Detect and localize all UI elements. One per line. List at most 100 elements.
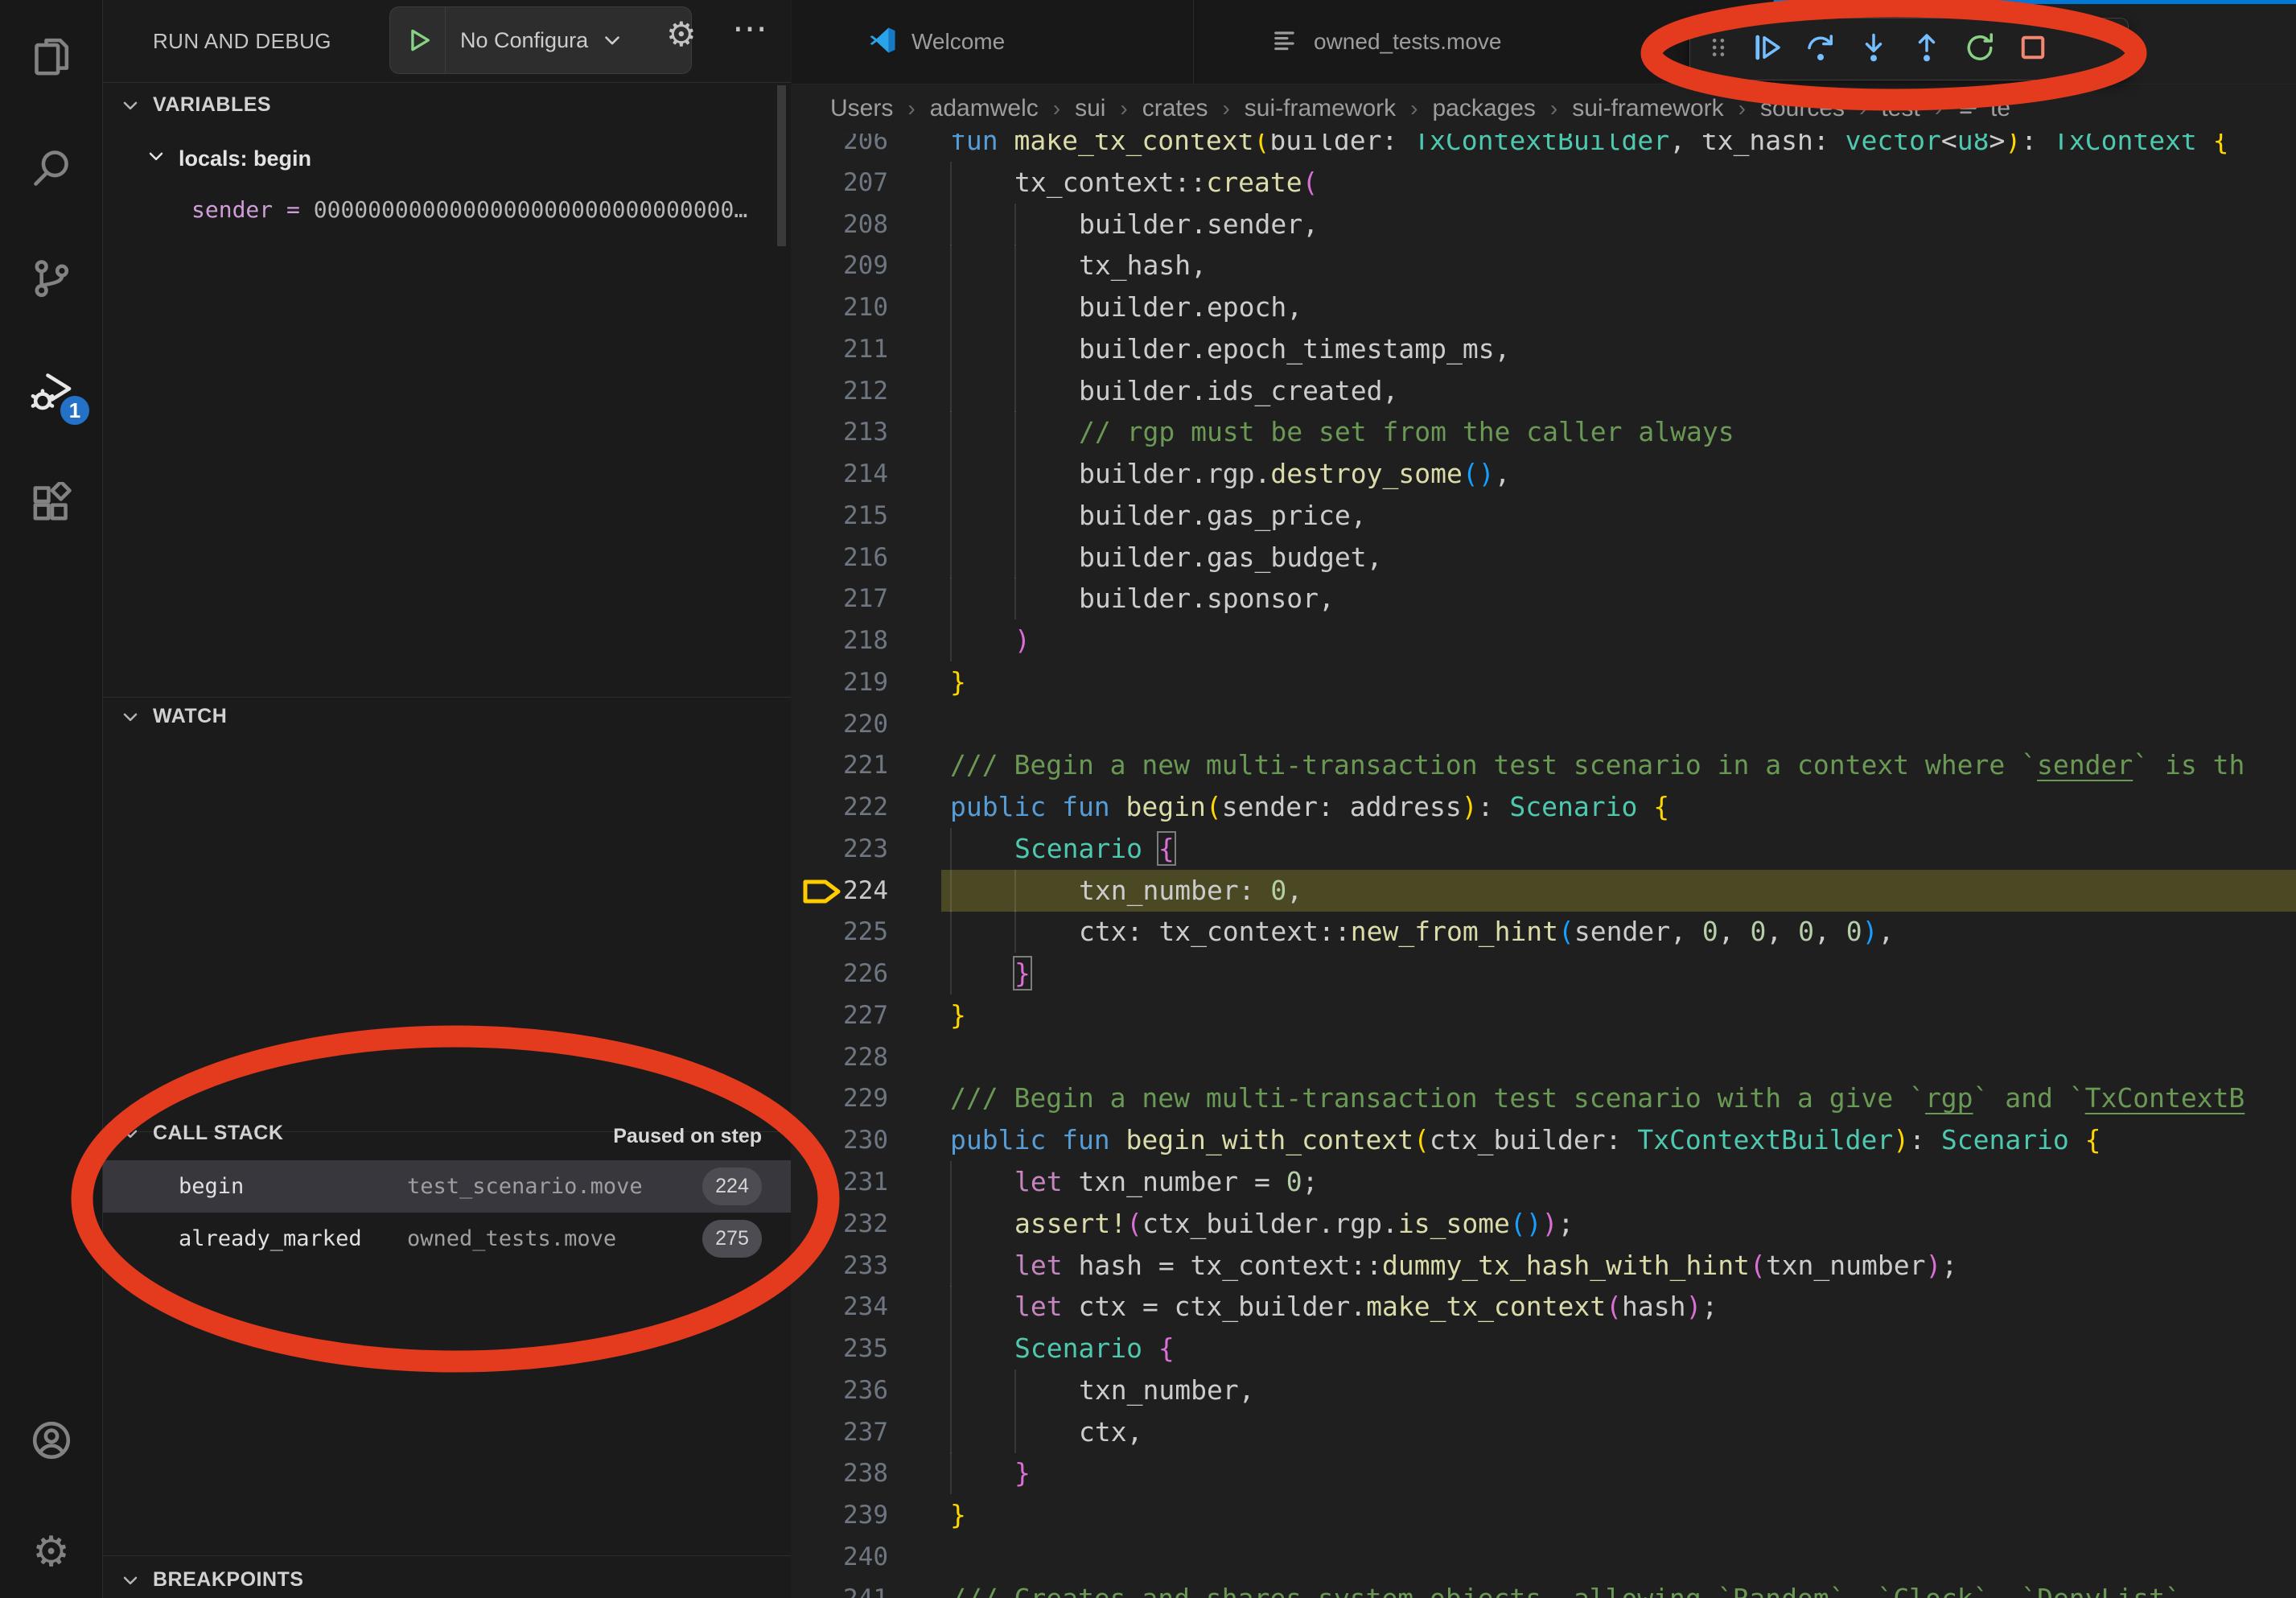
indent-guide — [1014, 245, 1016, 286]
continue-icon[interactable] — [1751, 31, 1784, 68]
indent-guide — [950, 620, 952, 661]
line-number[interactable]: 211 — [808, 328, 888, 370]
indent-guide — [950, 370, 952, 412]
activity-bar-item-explorer[interactable] — [0, 25, 102, 89]
line-number[interactable]: 207 — [808, 162, 888, 204]
activity-bar-item-run-and-debug[interactable]: 1 — [0, 360, 102, 425]
line-number[interactable]: 220 — [808, 703, 888, 745]
line-number[interactable]: 228 — [808, 1036, 888, 1078]
tab-welcome[interactable]: Welcome — [792, 0, 1194, 84]
line-number[interactable]: 215 — [808, 495, 888, 537]
code-line-216: 216 builder.gas_budget, — [792, 537, 2296, 579]
variables-scope-row[interactable]: locals: begin — [145, 145, 311, 173]
breadcrumb-item[interactable]: adamwelc — [930, 95, 1039, 122]
breadcrumb-item[interactable]: sui-framework — [1572, 95, 1723, 122]
breadcrumb-item[interactable]: sui — [1075, 95, 1105, 122]
line-number[interactable]: 232 — [808, 1203, 888, 1245]
start-debugging-icon[interactable] — [403, 25, 434, 56]
activity-bar-item-search[interactable] — [0, 137, 102, 201]
call-stack-frame-already_marked[interactable]: already_marked owned_tests.move 275 — [103, 1213, 791, 1265]
line-number[interactable]: 213 — [808, 411, 888, 453]
restart-icon[interactable] — [1964, 31, 1996, 68]
sidebar-scrollbar[interactable] — [777, 85, 786, 246]
line-number[interactable]: 223 — [808, 828, 888, 870]
line-number[interactable]: 238 — [808, 1452, 888, 1494]
line-number[interactable]: 216 — [808, 537, 888, 579]
watch-section-header[interactable]: WATCH — [119, 705, 227, 728]
indent-guide — [950, 162, 952, 204]
drag-handle-icon[interactable] — [1706, 35, 1730, 64]
breadcrumb-item[interactable]: sui-framework — [1245, 95, 1396, 122]
code-text: builder.epoch_timestamp_ms, — [1079, 328, 1510, 370]
line-number[interactable]: 219 — [808, 661, 888, 703]
indent-guide — [950, 1411, 952, 1453]
line-number[interactable]: 236 — [808, 1369, 888, 1411]
line-number[interactable]: 218 — [808, 620, 888, 661]
line-number[interactable]: 235 — [808, 1328, 888, 1369]
stop-icon[interactable] — [2017, 31, 2049, 68]
more-actions-icon[interactable]: ⋯ — [732, 8, 767, 49]
breadcrumb-item[interactable]: packages — [1432, 95, 1535, 122]
code-text: ) — [1014, 620, 1031, 661]
breadcrumb-file[interactable]: te — [1957, 93, 2010, 124]
line-number[interactable]: 233 — [808, 1245, 888, 1287]
line-number[interactable]: 209 — [808, 245, 888, 286]
indent-guide — [1014, 286, 1016, 328]
activity-bar-item-source-control[interactable] — [0, 248, 102, 312]
breadcrumb-separator: › — [1410, 96, 1418, 121]
debug-config-dropdown[interactable]: No Configura — [389, 6, 692, 74]
line-number[interactable]: 231 — [808, 1161, 888, 1203]
code-editor[interactable]: 206fun make_tx_context(builder: TxContex… — [792, 0, 2296, 1598]
step-over-icon[interactable] — [1804, 31, 1837, 68]
code-text: } — [950, 995, 966, 1036]
step-into-icon[interactable] — [1858, 31, 1890, 68]
code-text: builder.gas_budget, — [1079, 537, 1383, 579]
line-number[interactable]: 210 — [808, 286, 888, 328]
activity-bar: 1⚙ — [0, 0, 103, 1598]
line-number[interactable]: 241 — [808, 1578, 888, 1598]
code-line-211: 211 builder.epoch_timestamp_ms, — [792, 328, 2296, 370]
line-number[interactable]: 212 — [808, 370, 888, 412]
line-number[interactable]: 208 — [808, 204, 888, 245]
line-number[interactable]: 217 — [808, 578, 888, 620]
line-number[interactable]: 234 — [808, 1286, 888, 1328]
line-number[interactable]: 239 — [808, 1494, 888, 1536]
activity-bar-item-extensions[interactable] — [0, 472, 102, 537]
line-number[interactable]: 230 — [808, 1119, 888, 1161]
variable-row[interactable]: sender = 0000000000000000000000000000000… — [191, 196, 747, 223]
call-stack-frame-begin[interactable]: begin test_scenario.move 224 — [103, 1160, 791, 1213]
indent-guide — [1014, 204, 1016, 245]
breadcrumb-separator: › — [1550, 96, 1557, 121]
breadcrumb-item[interactable]: Users — [830, 95, 893, 122]
watch-title: WATCH — [153, 705, 227, 728]
indent-guide — [950, 245, 952, 286]
tab-owned-tests-move[interactable]: owned_tests.move — [1194, 0, 1774, 84]
code-line-237: 237ctx, — [792, 1411, 2296, 1453]
breakpoints-section-header[interactable]: BREAKPOINTS — [119, 1568, 303, 1592]
line-number[interactable]: 225 — [808, 911, 888, 953]
line-number[interactable]: 222 — [808, 786, 888, 828]
line-number[interactable]: 224 — [808, 870, 888, 912]
line-number[interactable]: 214 — [808, 453, 888, 495]
line-number[interactable]: 229 — [808, 1077, 888, 1119]
line-number[interactable]: 221 — [808, 744, 888, 786]
variables-section-header[interactable]: VARIABLES — [119, 93, 271, 117]
line-number[interactable]: 226 — [808, 953, 888, 995]
gear-icon[interactable]: ⚙ — [666, 18, 697, 51]
line-number[interactable]: 237 — [808, 1411, 888, 1453]
breadcrumb-item[interactable]: crates — [1142, 95, 1208, 122]
file-icon — [1957, 93, 1981, 124]
indent-guide — [1014, 328, 1016, 370]
step-out-icon[interactable] — [1911, 31, 1943, 68]
code-line-214: 214builder.rgp.destroy_some(), — [792, 453, 2296, 495]
line-number[interactable]: 240 — [808, 1536, 888, 1578]
activity-bar-item-settings[interactable]: ⚙ — [0, 1520, 102, 1584]
activity-bar-item-accounts[interactable] — [0, 1410, 102, 1474]
search-icon — [31, 146, 72, 192]
breadcrumb[interactable]: Users›adamwelc›sui›crates›sui-framework›… — [792, 84, 2296, 134]
code-line-217: 217builder.sponsor, — [792, 578, 2296, 620]
line-number[interactable]: 227 — [808, 995, 888, 1036]
call-stack-section-header[interactable]: CALL STACK — [119, 1122, 283, 1145]
breadcrumb-item[interactable]: sources — [1760, 95, 1845, 122]
breadcrumb-item[interactable]: test — [1881, 95, 1920, 122]
